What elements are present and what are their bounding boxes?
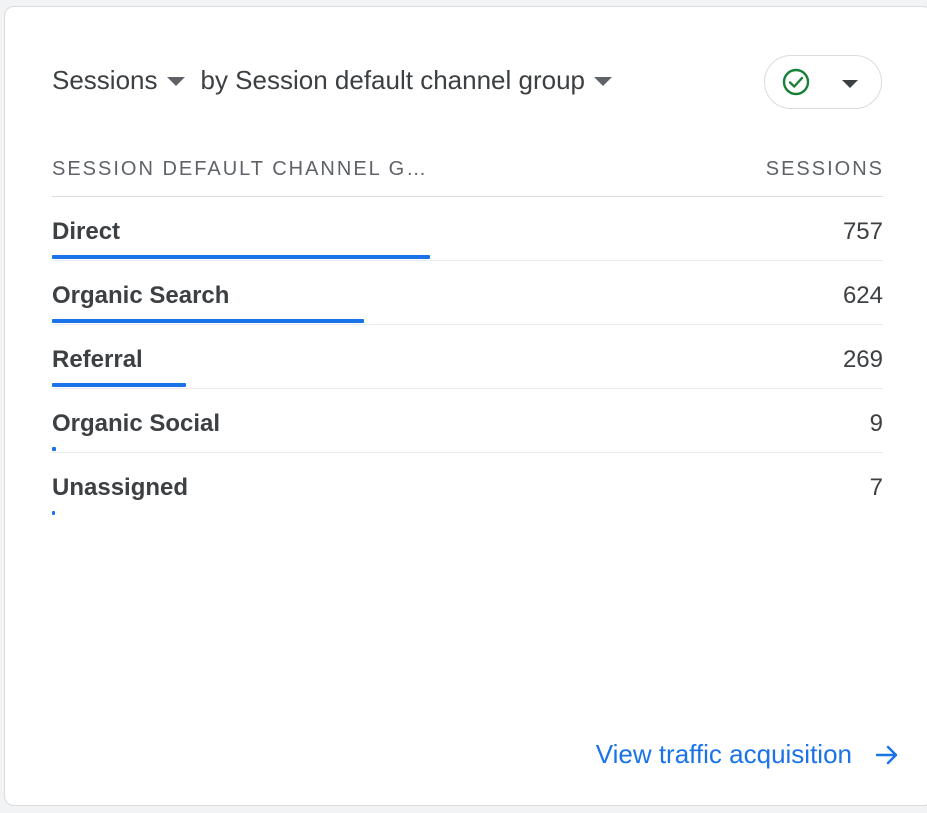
caret-down-icon [594,77,612,86]
sessions-by-channel-card: Sessions by Session default channel grou… [4,6,927,806]
row-label: Unassigned [52,474,189,501]
column-header-sessions[interactable]: SESSIONS [766,158,884,181]
table-row[interactable]: Unassigned 7 [52,453,883,516]
row-value: 757 [842,218,883,245]
row-value: 7 [869,474,883,501]
channel-table: Direct 757 Organic Search 624 Referral 2… [52,197,883,516]
row-bar [52,255,430,259]
table-row[interactable]: Organic Search 624 [52,261,883,325]
view-traffic-acquisition-link[interactable]: View traffic acquisition [596,739,900,770]
dimension-dropdown[interactable]: by Session default channel group [200,65,612,96]
row-label: Organic Search [52,282,230,309]
dimension-label: by Session default channel group [200,65,586,95]
check-circle-icon [782,68,810,96]
row-bar [52,383,186,387]
arrow-right-icon [875,745,898,764]
metric-label: Sessions [52,65,158,95]
row-value: 624 [842,282,883,309]
caret-down-icon [842,80,858,88]
row-label: Organic Social [52,410,221,437]
column-header-dimension[interactable]: SESSION DEFAULT CHANNEL G… [52,158,428,181]
row-label: Direct [52,218,121,245]
table-row[interactable]: Organic Social 9 [52,389,883,453]
row-value: 9 [869,410,883,437]
row-bar [52,511,55,515]
row-bar [52,319,364,323]
card-header: Sessions by Session default channel grou… [52,65,612,96]
metric-dropdown[interactable]: Sessions [52,65,185,96]
comparison-status-button[interactable] [764,55,882,109]
row-bar [52,447,56,451]
table-row[interactable]: Direct 757 [52,197,883,261]
row-value: 269 [842,346,883,373]
row-label: Referral [52,346,143,373]
link-label: View traffic acquisition [595,739,852,769]
caret-down-icon [166,77,185,86]
table-row[interactable]: Referral 269 [52,325,883,389]
